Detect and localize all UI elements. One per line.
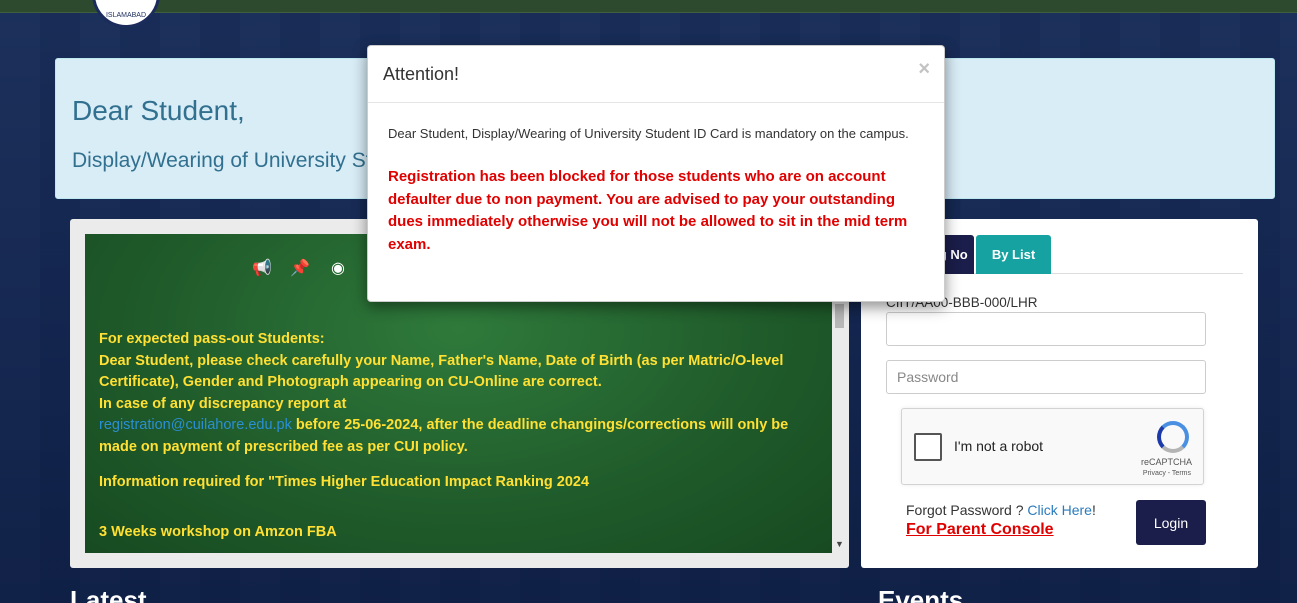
latest-heading: Latest [70,585,147,603]
board-icons: 📢 📌 ◉ [250,256,350,280]
modal-body: Dear Student, Display/Wearing of Univers… [388,124,928,256]
news-paragraph: In case of any discrepancy report at [99,395,347,412]
forgot-password-link[interactable]: Click Here [1027,502,1092,518]
news-content: For expected pass-out Students: Dear Stu… [99,329,819,543]
top-navbar [0,0,1297,13]
forgot-password: Forgot Password ? Click Here! [906,502,1096,518]
modal-alert: Registration has been blocked for those … [388,168,908,253]
news-paragraph: registration@cuilahore.edu.pk before 25-… [99,415,819,458]
recaptcha-label: I'm not a robot [954,438,1044,454]
username-input[interactable] [886,312,1206,346]
forgot-password-text: Forgot Password ? [906,502,1028,518]
scroll-down-arrow-icon[interactable]: ▼ [835,539,844,549]
recaptcha-terms-link[interactable]: Privacy - Terms [1143,470,1191,477]
notice-greeting: Dear Student, [72,95,245,126]
news-heading: For expected pass-out Students: [99,331,325,347]
modal-title: Attention! [383,64,460,84]
attention-modal: Attention! × Dear Student, Display/Weari… [367,45,945,302]
recaptcha-checkbox[interactable] [914,433,942,461]
recaptcha-widget: I'm not a robot reCAPTCHA Privacy - Term… [901,408,1204,485]
close-icon[interactable]: × [918,58,930,81]
pushpin-icon: 📌 [290,260,310,277]
logo-text: ISLAMABAD [105,12,147,19]
recaptcha-brand: reCAPTCHA [1140,457,1192,467]
parent-console-link[interactable]: For Parent Console [906,521,1054,539]
login-button[interactable]: Login [1136,500,1206,545]
scroll-thumb[interactable] [835,304,844,328]
modal-header: Attention! × [368,46,944,103]
events-heading: Events [878,585,964,603]
megaphone-icon: 📢 [252,260,272,277]
emblem-icon: ◉ [331,260,345,277]
modal-message: Dear Student, Display/Wearing of Univers… [388,126,909,141]
tab-by-list[interactable]: By List [976,235,1051,274]
password-input[interactable] [886,360,1206,394]
news-item[interactable]: Information required for "Times Higher E… [99,472,819,494]
registration-email-link[interactable]: registration@cuilahore.edu.pk [99,417,292,433]
forgot-password-suffix: ! [1091,502,1096,518]
recaptcha-logo-icon [1157,421,1189,453]
news-item[interactable]: 3 Weeks workshop on Amzon FBA [99,522,819,544]
news-paragraph: Dear Student, please check carefully you… [99,352,784,391]
